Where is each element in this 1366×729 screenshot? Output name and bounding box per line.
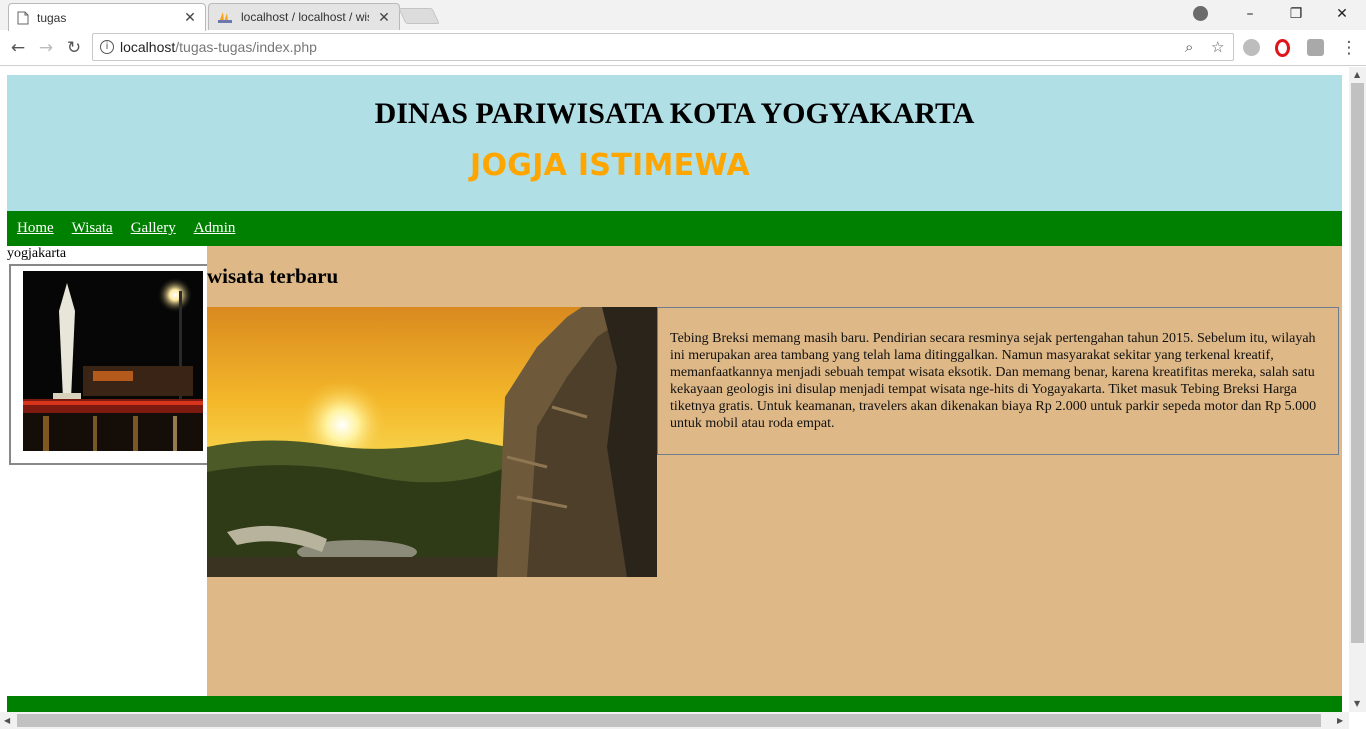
vertical-scroll-thumb[interactable] (1351, 83, 1364, 643)
menu-home[interactable]: Home (17, 220, 54, 237)
tab-strip: tugas ✕ localhost / localhost / wis ✕ – … (0, 0, 1366, 31)
tab-title: localhost / localhost / wis (241, 10, 369, 24)
page-viewport: DINAS PARIWISATA KOTA YOGYAKARTA JOGJA I… (0, 67, 1366, 729)
phpmyadmin-icon (218, 12, 232, 23)
vertical-scrollbar[interactable]: ▲ ▼ (1349, 67, 1366, 712)
close-tab-icon[interactable]: ✕ (377, 9, 391, 26)
menu-kebab-icon[interactable]: ⋮ (1337, 36, 1361, 60)
tugu-yogyakarta-image (23, 271, 203, 451)
article-text: Tebing Breksi memang masih baru. Pendiri… (670, 331, 1317, 431)
scroll-down-arrow-icon[interactable]: ▼ (1354, 699, 1360, 708)
sidebar: yogjakarta (7, 246, 209, 696)
menu-admin[interactable]: Admin (194, 220, 236, 237)
close-window-button[interactable]: ✕ (1319, 3, 1365, 25)
scroll-left-arrow-icon[interactable]: ◀ (4, 716, 10, 725)
sidebar-label: yogjakarta (7, 246, 67, 261)
site-title: DINAS PARIWISATA KOTA YOGYAKARTA (374, 97, 975, 130)
forward-icon[interactable]: → (34, 36, 58, 60)
url-text[interactable]: localhost/tugas-tugas/index.php (120, 39, 317, 55)
horizontal-scroll-thumb[interactable] (17, 714, 1321, 727)
maximize-button[interactable]: ❐ (1273, 3, 1319, 25)
address-bar[interactable]: i localhost/tugas-tugas/index.php ⌕ ☆ (92, 33, 1234, 61)
reload-icon[interactable]: ↻ (62, 36, 86, 60)
globe-extension-icon[interactable] (1243, 39, 1260, 56)
tab-phpmyadmin[interactable]: localhost / localhost / wis ✕ (208, 3, 400, 30)
info-icon[interactable]: i (100, 40, 114, 54)
section-heading: wisata terbaru (207, 264, 339, 288)
menu-wisata[interactable]: Wisata (72, 220, 113, 237)
scroll-up-arrow-icon[interactable]: ▲ (1354, 70, 1360, 79)
back-icon[interactable]: ← (6, 36, 30, 60)
new-tab-button[interactable] (398, 8, 440, 24)
article-box: Tebing Breksi memang masih baru. Pendiri… (657, 307, 1339, 455)
site-subtitle: JOGJA ISTIMEWA (470, 148, 751, 183)
page-body: DINAS PARIWISATA KOTA YOGYAKARTA JOGJA I… (7, 75, 1342, 712)
horizontal-scrollbar[interactable]: ◀ ▶ (0, 712, 1349, 729)
tab-title: tugas (37, 10, 67, 25)
main-section: wisata terbaru Tebing Breksi memang masi… (207, 246, 1342, 696)
cube-extension-icon[interactable] (1307, 39, 1324, 56)
zoom-icon[interactable]: ⌕ (1185, 38, 1193, 56)
tab-tugas[interactable]: tugas ✕ (8, 3, 206, 31)
main-menu: Home Wisata Gallery Admin (7, 211, 1342, 246)
content-area: yogjakarta wisata terbaru Tebing Breksi … (7, 246, 1342, 696)
close-tab-icon[interactable]: ✕ (183, 9, 197, 26)
scroll-right-arrow-icon[interactable]: ▶ (1337, 716, 1343, 725)
page-icon (17, 11, 29, 24)
bookmark-star-icon[interactable]: ☆ (1211, 38, 1224, 56)
minimize-button[interactable]: – (1227, 3, 1273, 25)
profile-icon[interactable] (1193, 6, 1208, 21)
browser-toolbar: ← → ↻ i localhost/tugas-tugas/index.php … (0, 30, 1366, 66)
site-header: DINAS PARIWISATA KOTA YOGYAKARTA JOGJA I… (7, 75, 1342, 211)
sidebar-image-frame (9, 264, 209, 465)
tebing-breksi-image (207, 307, 657, 577)
opera-extension-icon[interactable] (1275, 39, 1290, 57)
site-footer (7, 696, 1342, 712)
menu-gallery[interactable]: Gallery (131, 220, 176, 237)
